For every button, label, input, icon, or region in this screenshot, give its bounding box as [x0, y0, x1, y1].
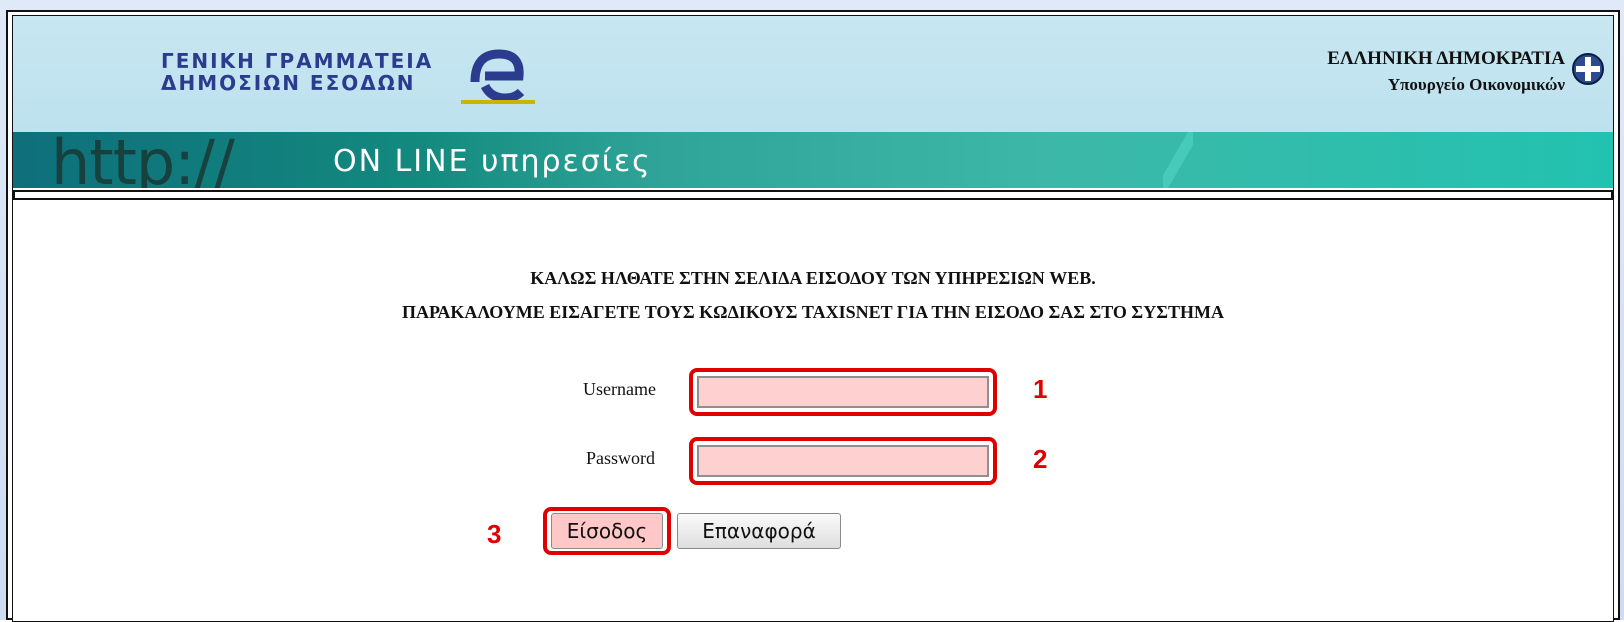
- annotation-marker-2: 2: [1033, 444, 1048, 474]
- government-title: ΕΛΛΗΝΙΚΗ ΔΗΜΟΚΡΑΤΙΑ: [1327, 48, 1565, 69]
- welcome-message: ΚΑΛΩΣ ΗΛΘΑΤΕ ΣΤΗΝ ΣΕΛΙΔΑ ΕΙΣΟΔΟΥ ΤΩΝ ΥΠΗ…: [13, 261, 1613, 329]
- password-label: Password: [586, 448, 656, 468]
- welcome-line2: ΠΑΡΑΚΑΛΟΥΜΕ ΕΙΣΑΓΕΤΕ ΤΟΥΣ ΚΩΔΙΚΟΥΣ TAXIS…: [402, 302, 1224, 322]
- window-frame: ΓΕΝΙΚΗ ΓΡΑΜΜΑΤΕΙΑ ΔΗΜΟΣΙΩΝ ΕΣΟΔΩΝ ΕΛΛΗΝΙ…: [0, 0, 1624, 622]
- username-input[interactable]: [697, 376, 989, 408]
- page-container: ΓΕΝΙΚΗ ΓΡΑΜΜΑΤΕΙΑ ΔΗΜΟΣΙΩΝ ΕΣΟΔΩΝ ΕΛΛΗΝΙ…: [12, 15, 1614, 622]
- welcome-line1: ΚΑΛΩΣ ΗΛΘΑΤΕ ΣΤΗΝ ΣΕΛΙΔΑ ΕΙΣΟΔΟΥ ΤΩΝ ΥΠΗ…: [530, 268, 1096, 288]
- greek-emblem-icon: [1572, 53, 1604, 85]
- banner-http-text: http://: [51, 132, 235, 188]
- header: ΓΕΝΙΚΗ ΓΡΑΜΜΑΤΕΙΑ ΔΗΜΟΣΙΩΝ ΕΣΟΔΩΝ ΕΛΛΗΝΙ…: [13, 16, 1613, 132]
- login-button[interactable]: Είσοδος: [551, 513, 663, 549]
- org-line2: ΔΗΜΟΣΙΩΝ ΕΣΟΔΩΝ: [161, 71, 416, 95]
- government-title-block: ΕΛΛΗΝΙΚΗ ΔΗΜΟΚΡΑΤΙΑ Υπουργείο Οικονομικώ…: [1327, 46, 1565, 98]
- ministry-title: Υπουργείο Οικονομικών: [1387, 75, 1565, 94]
- banner-stripe: [1163, 132, 1193, 188]
- header-divider: [13, 190, 1613, 200]
- password-input[interactable]: [697, 445, 989, 477]
- reset-button[interactable]: Επαναφορά: [677, 513, 841, 549]
- username-label: Username: [583, 379, 656, 399]
- annotation-marker-1: 1: [1033, 374, 1048, 404]
- page-border: ΓΕΝΙΚΗ ΓΡΑΜΜΑΤΕΙΑ ΔΗΜΟΣΙΩΝ ΕΣΟΔΩΝ ΕΛΛΗΝΙ…: [6, 10, 1620, 622]
- org-line1: ΓΕΝΙΚΗ ΓΡΑΜΜΑΤΕΙΑ: [161, 49, 434, 73]
- banner-online-text: ON LINE υπηρεσίες: [333, 144, 652, 179]
- online-services-banner: http:// ON LINE υπηρεσίες: [13, 132, 1613, 188]
- annotation-marker-3: 3: [487, 519, 502, 549]
- e-logo-icon: [461, 49, 535, 104]
- gsis-logo-text: ΓΕΝΙΚΗ ΓΡΑΜΜΑΤΕΙΑ ΔΗΜΟΣΙΩΝ ΕΣΟΔΩΝ: [161, 50, 433, 94]
